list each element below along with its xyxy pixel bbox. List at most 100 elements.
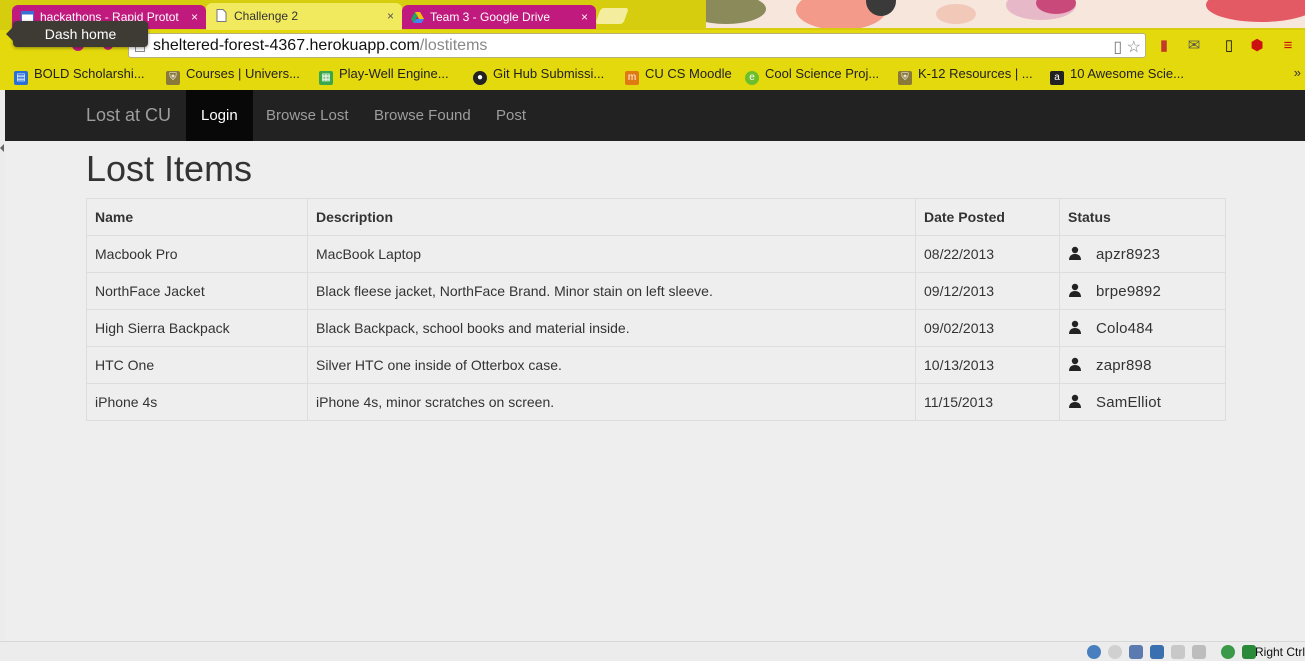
hard-disk-icon[interactable] — [1087, 645, 1101, 659]
network-icon[interactable] — [1150, 645, 1164, 659]
table-row: iPhone 4s iPhone 4s, minor scratches on … — [86, 383, 1226, 421]
document-icon: ▤ — [14, 71, 28, 85]
chrome-menu-icon[interactable]: ≡ — [1279, 37, 1297, 55]
item-description: iPhone 4s, minor scratches on screen. — [307, 383, 916, 421]
tab-close-button[interactable]: × — [387, 3, 394, 30]
item-name: iPhone 4s — [86, 383, 308, 421]
status-username: SamElliot — [1096, 393, 1162, 411]
extension-mail-icon[interactable]: ✉ — [1185, 37, 1203, 55]
tab-title: Team 3 - Google Drive — [430, 10, 551, 24]
recording-icon[interactable] — [1221, 645, 1235, 659]
bookmarks-overflow-button[interactable]: » — [1294, 65, 1301, 80]
tab-google-drive[interactable]: Team 3 - Google Drive × — [402, 5, 596, 29]
item-name: Macbook Pro — [86, 235, 308, 273]
spreadsheet-icon: ▦ — [319, 71, 333, 85]
nav-login[interactable]: Login — [186, 90, 253, 141]
browser-chrome: hackathons - Rapid Protot × Challenge 2 … — [0, 0, 1305, 90]
site-navbar: Lost at CU Login Browse Lost Browse Foun… — [5, 90, 1305, 141]
moodle-icon: m — [625, 71, 639, 85]
item-description: Silver HTC one inside of Otterbox case. — [307, 346, 916, 384]
lost-items-table: Name Description Date Posted Status Macb… — [86, 198, 1226, 421]
bookmark-courses[interactable]: ⛨ Courses | Univers... — [166, 66, 300, 85]
user-icon — [1069, 283, 1081, 297]
nav-post[interactable]: Post — [481, 90, 541, 141]
vm-status-bar: Right Ctrl — [0, 641, 1305, 661]
status-username: Colo484 — [1096, 319, 1154, 337]
tab-strip: hackathons - Rapid Protot × Challenge 2 … — [0, 0, 1305, 30]
bookmark-cool-science[interactable]: e Cool Science Proj... — [745, 66, 879, 85]
shared-folder-icon[interactable] — [1171, 645, 1185, 659]
item-description: Black Backpack, school books and materia… — [307, 309, 916, 347]
new-tab-button[interactable] — [595, 8, 629, 24]
item-date: 09/02/2013 — [915, 309, 1060, 347]
desktop-wallpaper — [706, 0, 1305, 28]
amazon-icon: a — [1050, 71, 1064, 85]
host-key-label: Right Ctrl — [1254, 645, 1305, 659]
display-icon[interactable] — [1192, 645, 1206, 659]
table-row: NorthFace Jacket Black fleese jacket, No… — [86, 272, 1226, 310]
shield-icon: ⛨ — [898, 71, 912, 85]
dash-home-tooltip: Dash home — [6, 21, 148, 47]
item-date: 11/15/2013 — [915, 383, 1060, 421]
bookmark-github[interactable]: ● Git Hub Submissi... — [473, 66, 604, 85]
nav-browse-lost[interactable]: Browse Lost — [251, 90, 364, 141]
user-icon — [1069, 246, 1081, 260]
bookmark-cu-cs-moodle[interactable]: m CU CS Moodle — [625, 66, 732, 85]
item-status: apzr8923 — [1059, 235, 1226, 273]
item-status: brpe9892 — [1059, 272, 1226, 310]
bookmark-star-icon[interactable]: ☆ — [1127, 39, 1141, 56]
item-date: 08/22/2013 — [915, 235, 1060, 273]
tab-close-button[interactable]: × — [581, 5, 588, 29]
item-status: Colo484 — [1059, 309, 1226, 347]
launcher-arrow-icon — [0, 144, 4, 152]
tab-title: Challenge 2 — [234, 9, 299, 23]
shield-icon: ⛨ — [166, 71, 180, 85]
google-drive-icon — [411, 12, 424, 23]
tab-close-button[interactable]: × — [191, 5, 198, 29]
user-icon — [1069, 320, 1081, 334]
column-header-description: Description — [307, 198, 916, 236]
bookmark-k12-resources[interactable]: ⛨ K-12 Resources | ... — [898, 66, 1033, 85]
tab-challenge-2[interactable]: Challenge 2 × — [206, 3, 402, 30]
item-name: NorthFace Jacket — [86, 272, 308, 310]
item-name: HTC One — [86, 346, 308, 384]
url-path: /lostitems — [419, 37, 488, 54]
user-icon — [1069, 357, 1081, 371]
bookmark-bold-scholarship[interactable]: ▤ BOLD Scholarshi... — [14, 66, 145, 85]
mouse-integration-icon[interactable] — [1242, 645, 1256, 659]
site-brand[interactable]: Lost at CU — [86, 90, 171, 141]
bookmarks-bar: ▤ BOLD Scholarshi... ⛨ Courses | Univers..… — [0, 62, 1305, 86]
page-viewport: Lost at CU Login Browse Lost Browse Foun… — [5, 90, 1305, 641]
optical-drive-icon[interactable] — [1108, 645, 1122, 659]
table-row: HTC One Silver HTC one inside of Otterbo… — [86, 346, 1226, 384]
page-title: Lost Items — [86, 148, 253, 189]
item-status: SamElliot — [1059, 383, 1226, 421]
item-date: 09/12/2013 — [915, 272, 1060, 310]
address-bar[interactable]: sheltered-forest-4367.herokuapp.com/lost… — [128, 33, 1146, 58]
column-header-date-posted: Date Posted — [915, 198, 1060, 236]
reader-icon[interactable]: ▯ — [1113, 39, 1122, 56]
extension-phone-icon[interactable]: ▯ — [1220, 37, 1238, 55]
extension-adblock-icon[interactable]: ⬢ — [1248, 37, 1266, 55]
table-row: High Sierra Backpack Black Backpack, sch… — [86, 309, 1226, 347]
github-icon: ● — [473, 71, 487, 85]
extension-book-icon[interactable]: ▮ — [1155, 37, 1173, 55]
bookmark-awesome-science[interactable]: a 10 Awesome Scie... — [1050, 66, 1184, 85]
item-status: zapr898 — [1059, 346, 1226, 384]
nav-browse-found[interactable]: Browse Found — [359, 90, 486, 141]
column-header-name: Name — [86, 198, 308, 236]
e-icon: e — [745, 71, 759, 85]
url-host: sheltered-forest-4367.herokuapp.com — [153, 37, 420, 54]
column-header-status: Status — [1059, 198, 1226, 236]
user-icon — [1069, 394, 1081, 408]
bookmark-play-well[interactable]: ▦ Play-Well Engine... — [319, 66, 449, 85]
page-icon — [216, 9, 227, 22]
table-row: Macbook Pro MacBook Laptop 08/22/2013 ap… — [86, 235, 1226, 273]
item-description: Black fleese jacket, NorthFace Brand. Mi… — [307, 272, 916, 310]
status-username: apzr8923 — [1096, 245, 1161, 263]
status-username: brpe9892 — [1096, 282, 1161, 300]
status-username: zapr898 — [1096, 356, 1152, 374]
usb-icon[interactable] — [1129, 645, 1143, 659]
item-date: 10/13/2013 — [915, 346, 1060, 384]
url-text[interactable]: sheltered-forest-4367.herokuapp.com/lost… — [153, 34, 487, 57]
